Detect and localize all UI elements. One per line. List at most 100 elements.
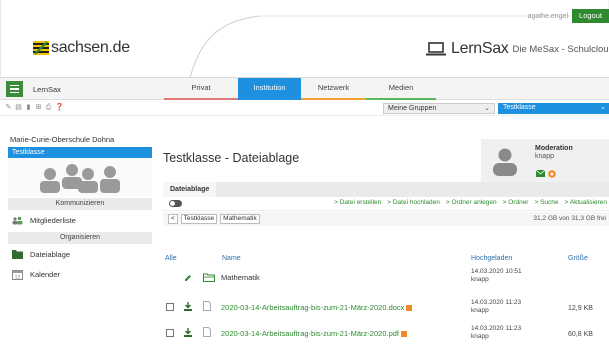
- bookmark-icon[interactable]: ▮: [25, 104, 32, 111]
- header: agathe.engel Logout sachsen.de LernSax D…: [0, 0, 609, 78]
- group-avatar: [8, 158, 152, 196]
- sidebar-item-kalender[interactable]: 12 Kalender: [8, 264, 152, 284]
- column-uploaded[interactable]: Hochgeladen: [471, 255, 512, 262]
- tool-bar: ✎ ▤ ▮ ⊞ ⎙ ❓ Meine Gruppen ⌄ Testklasse ⌄: [0, 101, 609, 116]
- file-name[interactable]: 2020-03-14-Arbeitsauftrag-bis-zum-21-Mär…: [221, 303, 413, 312]
- breadcrumb-mathematik[interactable]: Mathematik: [220, 214, 260, 224]
- brand-name: LernSax: [451, 40, 509, 57]
- column-select-all[interactable]: Alle: [165, 255, 177, 262]
- file-name[interactable]: 2020-03-14-Arbeitsauftrag-bis-zum-21-Mär…: [221, 329, 408, 338]
- breadcrumb-back-button[interactable]: <: [168, 214, 178, 224]
- row-checkbox[interactable]: [166, 303, 174, 311]
- download-icon[interactable]: [184, 302, 192, 311]
- hamburger-menu-icon[interactable]: [6, 81, 23, 97]
- print-icon[interactable]: ⎙: [45, 104, 52, 111]
- tab-privat[interactable]: Privat: [164, 78, 238, 100]
- groups-select-value: Meine Gruppen: [388, 105, 437, 112]
- tab-medien[interactable]: Medien: [366, 78, 436, 100]
- mail-icon[interactable]: [536, 170, 545, 177]
- app-label: LernSax: [33, 85, 61, 94]
- section-kommunizieren: Kommunizieren: [8, 198, 152, 210]
- column-name[interactable]: Name: [222, 255, 241, 262]
- download-icon[interactable]: [184, 328, 192, 337]
- table-row[interactable]: 2020-03-14-Arbeitsauftrag-bis-zum-21-Mär…: [163, 323, 609, 346]
- main-navigation: LernSax Privat Institution Netzwerk Medi…: [0, 78, 609, 100]
- column-size[interactable]: Größe: [568, 255, 588, 262]
- storage-quota: 31,2 GB von 31,3 GB frei: [533, 215, 606, 222]
- document-icon: [203, 327, 211, 337]
- file-action-bar: > Datei erstellen > Datei hochladen > Or…: [163, 197, 609, 211]
- group-people-icon: [40, 164, 120, 193]
- sachsen-logo[interactable]: sachsen.de: [33, 38, 130, 58]
- file-size: 60,8 KB: [568, 331, 593, 338]
- edit-icon[interactable]: [184, 274, 192, 282]
- action-suche[interactable]: > Suche: [534, 199, 558, 206]
- file-actions: > Datei erstellen > Datei hochladen > Or…: [334, 199, 607, 206]
- class-select[interactable]: Testklasse ⌄: [498, 103, 609, 114]
- username: agathe.engel: [527, 12, 569, 20]
- uploaded-by: knapp: [471, 276, 489, 283]
- moderation-title: Moderation: [535, 145, 573, 152]
- action-aktualisieren[interactable]: > Aktualisieren: [565, 199, 607, 206]
- file-info-icon[interactable]: [401, 331, 408, 338]
- action-ordner-anlegen[interactable]: > Ordner anlegen: [446, 199, 497, 206]
- export-icon[interactable]: ⊞: [35, 104, 42, 111]
- moderator-avatar: [493, 148, 517, 176]
- moderator-name[interactable]: knapp: [535, 153, 554, 160]
- view-toggle[interactable]: [169, 200, 182, 207]
- clipboard-icon[interactable]: ✎: [5, 104, 12, 111]
- svg-text:12: 12: [15, 274, 21, 280]
- breadcrumb-testklasse[interactable]: Testklasse: [180, 214, 218, 224]
- file-info-icon[interactable]: [406, 305, 413, 312]
- class-select-value: Testklasse: [503, 104, 536, 111]
- uploaded-by: knapp: [471, 333, 489, 340]
- sidebar-item-testklasse[interactable]: Testklasse: [8, 147, 152, 158]
- document-icon: [203, 301, 211, 311]
- action-datei-hochladen[interactable]: > Datei hochladen: [387, 199, 440, 206]
- sidebar-item-label: Dateiablage: [30, 249, 71, 259]
- folder-icon: [203, 273, 215, 282]
- file-name-text: 2020-03-14-Arbeitsauftrag-bis-zum-21-Mär…: [221, 303, 405, 312]
- sidebar: Marie-Curie-Oberschule Dohna Testklasse …: [8, 135, 152, 284]
- file-size: 12,9 KB: [568, 305, 593, 312]
- tab-institution[interactable]: Institution: [238, 78, 301, 100]
- breadcrumb-items: < Testklasse Mathematik: [168, 214, 260, 224]
- logo-text: sachsen.de: [51, 39, 130, 56]
- logout-button[interactable]: Logout: [572, 9, 609, 23]
- action-datei-erstellen[interactable]: > Datei erstellen: [334, 199, 381, 206]
- tab-netzwerk[interactable]: Netzwerk: [301, 78, 366, 100]
- folder-name[interactable]: Mathematik: [221, 273, 260, 282]
- file-name-text: 2020-03-14-Arbeitsauftrag-bis-zum-21-Mär…: [221, 329, 400, 338]
- groups-select[interactable]: Meine Gruppen ⌄: [383, 103, 495, 114]
- lernsax-brand[interactable]: LernSax Die MeSax - Schulcloud: [426, 40, 609, 58]
- file-tabs: Dateiablage: [163, 182, 609, 197]
- brand-subtitle: Die MeSax - Schulcloud: [512, 43, 609, 55]
- uploaded-by: knapp: [471, 307, 489, 314]
- chevron-down-icon: ⌄: [484, 105, 490, 112]
- chevron-down-icon: ⌄: [600, 104, 606, 111]
- user-bar: agathe.engel Logout: [528, 9, 609, 23]
- help-icon[interactable]: ❓: [55, 104, 64, 111]
- action-ordner[interactable]: > Ordner: [503, 199, 529, 206]
- quick-icons: ✎ ▤ ▮ ⊞ ⎙ ❓: [5, 104, 64, 111]
- uploaded-date: 14.03.2020 11:23: [471, 299, 522, 306]
- sidebar-item-label: Mitgliederliste: [30, 215, 76, 225]
- tab-dateiablage[interactable]: Dateiablage: [163, 182, 217, 197]
- files-icon: [12, 249, 23, 260]
- status-icon[interactable]: [548, 170, 556, 178]
- laptop-icon: [426, 42, 446, 56]
- members-icon: [12, 215, 23, 226]
- breadcrumb: < Testklasse Mathematik 31,2 GB von 31,3…: [163, 212, 609, 226]
- uploaded-date: 14.03.2020 11:23: [471, 325, 522, 332]
- note-icon[interactable]: ▤: [15, 104, 22, 111]
- sidebar-item-dateiablage[interactable]: Dateiablage: [8, 244, 152, 264]
- table-row[interactable]: 2020-03-14-Arbeitsauftrag-bis-zum-21-Mär…: [163, 297, 609, 320]
- uploaded-date: 14.03.2020 10:51: [471, 268, 522, 275]
- sidebar-item-mitgliederliste[interactable]: Mitgliederliste: [8, 210, 152, 230]
- sidebar-item-label: Kalender: [30, 269, 61, 279]
- saxony-crest-icon: [33, 41, 49, 55]
- table-header: Alle Name Hochgeladen Größe: [163, 253, 609, 264]
- school-name: Marie-Curie-Oberschule Dohna: [10, 135, 115, 144]
- table-row[interactable]: Mathematik 14.03.2020 10:51 knapp: [163, 266, 609, 289]
- row-checkbox[interactable]: [166, 329, 174, 337]
